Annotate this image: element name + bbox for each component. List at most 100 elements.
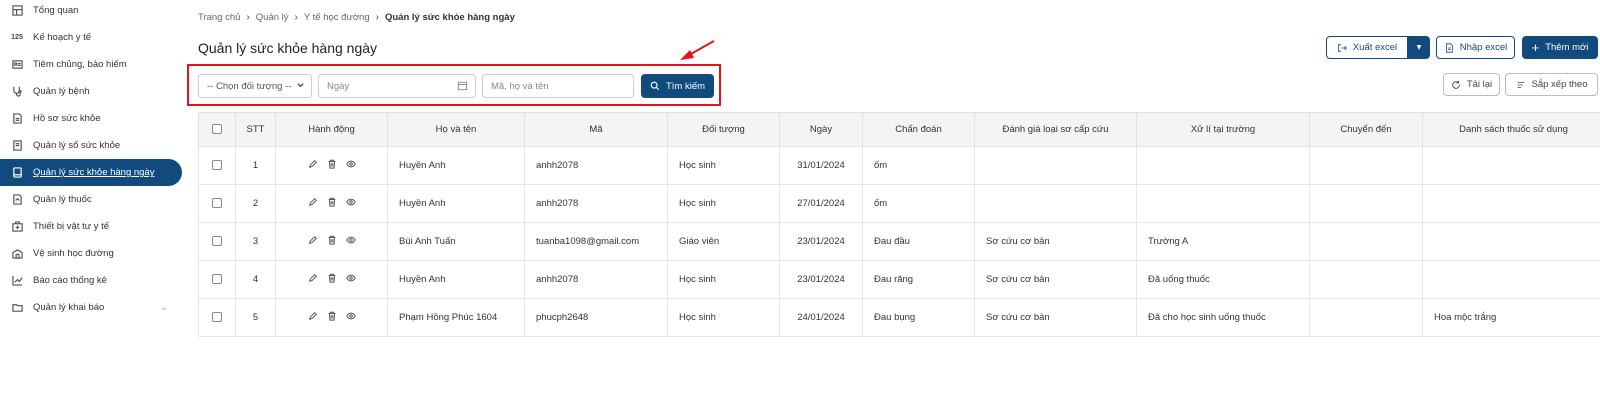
breadcrumb-home[interactable]: Trang chủ	[198, 12, 240, 23]
cell-date: 23/01/2024	[779, 222, 863, 261]
delete-icon[interactable]	[327, 197, 337, 207]
sidebar-item-disease[interactable]: Quản lý bệnh	[0, 78, 182, 105]
import-excel-button[interactable]: Nhập excel	[1436, 36, 1515, 59]
row-checkbox[interactable]	[212, 160, 222, 171]
row-actions	[275, 222, 388, 261]
table-row: 2 Huyền Anh anhh2078 Học sinh 27/01/2024 ốm	[198, 184, 1600, 223]
view-icon[interactable]	[345, 159, 356, 169]
cell-type: Học sinh	[667, 298, 780, 337]
cell-date: 23/01/2024	[779, 260, 863, 299]
cell-code: anhh2078	[524, 184, 668, 223]
breadcrumb: Trang chủ › Quản lý › Y tế học đường › Q…	[198, 12, 515, 23]
column-header: STT	[235, 112, 276, 147]
chevron-right-icon: ›	[375, 12, 379, 23]
search-input[interactable]: Mã, họ và tên	[482, 74, 634, 98]
sidebar-item-medical-supplies[interactable]: Thiết bị vật tư y tế	[0, 213, 182, 240]
delete-icon[interactable]	[327, 159, 337, 169]
column-header: Đối tượng	[667, 112, 780, 147]
sidebar-item-health-book[interactable]: Quản lý sổ sức khỏe	[0, 132, 182, 159]
sidebar-item-label: Vệ sinh học đường	[33, 248, 114, 259]
sort-button[interactable]: Sắp xếp theo	[1505, 73, 1598, 96]
sidebar-item-school-hygiene[interactable]: Vệ sinh học đường	[0, 240, 182, 267]
view-icon[interactable]	[345, 197, 356, 207]
view-icon[interactable]	[345, 273, 356, 283]
edit-icon[interactable]	[308, 159, 318, 169]
row-checkbox[interactable]	[212, 198, 222, 209]
sidebar-item-medicine[interactable]: Quản lý thuốc	[0, 186, 182, 213]
sidebar-item-vaccination[interactable]: Tiêm chủng, bảo hiểm	[0, 51, 182, 78]
sidebar-item-label: Tiêm chủng, bảo hiểm	[33, 59, 127, 70]
sidebar-item-label: Quản lý bệnh	[33, 86, 90, 97]
column-header: Danh sách thuốc sử dụng	[1422, 112, 1600, 147]
table-row: 1 Huyền Anh anhh2078 Học sinh 31/01/2024 ốm	[198, 146, 1600, 185]
sidebar-item-daily-health[interactable]: Quản lý sức khỏe hàng ngày	[0, 159, 182, 186]
row-actions	[275, 146, 388, 185]
search-button[interactable]: Tìm kiếm	[641, 74, 714, 98]
add-new-button[interactable]: + Thêm mới	[1522, 36, 1598, 59]
daily-health-table: STT Hành động Họ và tên Mã Đối tượng Ngà…	[198, 112, 1600, 337]
delete-icon[interactable]	[327, 311, 337, 321]
edit-icon[interactable]	[308, 197, 318, 207]
chevron-down-icon[interactable]: ⌄	[160, 302, 168, 313]
date-field[interactable]: Ngày	[318, 74, 476, 98]
export-excel-button[interactable]: Xuất excel	[1326, 36, 1408, 59]
cell-code: anhh2078	[524, 146, 668, 185]
cell-handle: Đã cho học sinh uống thuốc	[1136, 298, 1310, 337]
plus-icon: +	[1531, 40, 1540, 55]
sidebar-item-overview[interactable]: Tổng quan	[0, 0, 182, 24]
cell-stt: 4	[235, 260, 276, 299]
dashboard-icon	[11, 5, 23, 17]
cell-code: anhh2078	[524, 260, 668, 299]
cell-transfer	[1309, 146, 1423, 185]
sidebar-item-declarations[interactable]: Quản lý khai báo ⌄	[0, 294, 182, 321]
cell-stt: 1	[235, 146, 276, 185]
medicine-icon	[11, 194, 23, 206]
row-checkbox[interactable]	[212, 312, 222, 323]
view-icon[interactable]	[345, 311, 356, 321]
row-checkbox[interactable]	[212, 236, 222, 247]
view-icon[interactable]	[345, 235, 356, 245]
cell-stt: 2	[235, 184, 276, 223]
select-all-checkbox-cell	[198, 112, 236, 147]
edit-icon[interactable]	[308, 235, 318, 245]
chevron-right-icon: ›	[294, 12, 298, 23]
select-all-checkbox[interactable]	[212, 124, 222, 135]
column-header: Chuyển đến	[1309, 112, 1423, 147]
reload-label: Tải lại	[1466, 79, 1493, 90]
column-header: Mã	[524, 112, 668, 147]
tablet-icon	[11, 167, 23, 179]
target-select[interactable]: -- Chọn đối tượng --	[198, 74, 312, 98]
search-icon	[650, 81, 660, 91]
school-icon	[11, 248, 23, 260]
number-125-icon: 125	[11, 34, 23, 41]
file-icon	[1445, 42, 1453, 53]
row-actions	[275, 260, 388, 299]
sidebar-item-reports[interactable]: Báo cáo thống kê	[0, 267, 182, 294]
cell-handle	[1136, 146, 1310, 185]
breadcrumb-school-health[interactable]: Y tế học đường	[304, 12, 370, 23]
edit-icon[interactable]	[308, 311, 318, 321]
export-dropdown-button[interactable]: ▾	[1408, 36, 1430, 59]
cell-eval: Sơ cứu cơ bản	[974, 260, 1137, 299]
row-checkbox[interactable]	[212, 274, 222, 285]
column-header: Đánh giá loại sơ cấp cứu	[974, 112, 1137, 147]
cell-eval	[974, 184, 1137, 223]
cell-transfer	[1309, 298, 1423, 337]
search-placeholder: Mã, họ và tên	[491, 80, 549, 92]
edit-icon[interactable]	[308, 273, 318, 283]
document-icon	[11, 113, 23, 125]
cell-type: Học sinh	[667, 184, 780, 223]
breadcrumb-manage[interactable]: Quản lý	[256, 12, 289, 23]
sidebar-item-health-plan[interactable]: 125 Kế hoạch y tế	[0, 24, 182, 51]
row-checkbox-cell	[198, 184, 236, 223]
delete-icon[interactable]	[327, 235, 337, 245]
sidebar-item-health-record[interactable]: Hồ sơ sức khỏe	[0, 105, 182, 132]
reload-button[interactable]: Tải lại	[1443, 73, 1500, 96]
sidebar-item-label: Quản lý thuốc	[33, 194, 92, 205]
chart-icon	[11, 275, 23, 287]
delete-icon[interactable]	[327, 273, 337, 283]
cell-meds	[1422, 146, 1600, 185]
cell-meds: Hoa mộc trắng	[1422, 298, 1600, 337]
sidebar-item-label: Quản lý khai báo	[33, 302, 105, 313]
cell-diag: Đau răng	[862, 260, 975, 299]
